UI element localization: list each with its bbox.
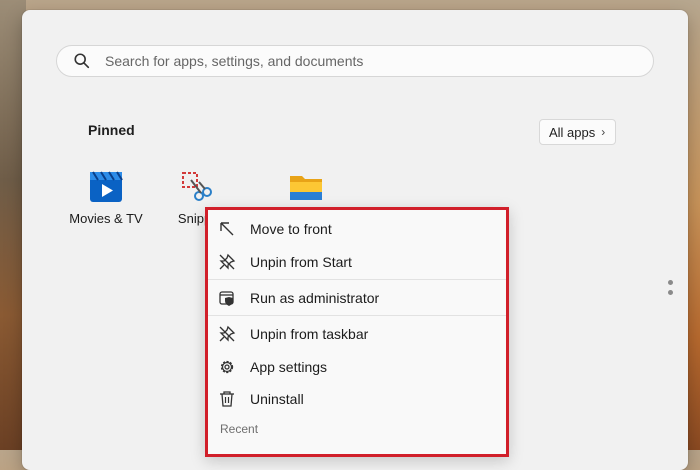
context-menu: Move to front Unpin from Start Run as ad… <box>205 207 509 457</box>
recent-section-label: Recent <box>220 422 259 436</box>
menu-item-uninstall[interactable]: Uninstall <box>218 385 498 413</box>
search-input[interactable] <box>103 52 627 70</box>
gear-icon <box>218 358 236 376</box>
shield-window-icon <box>218 289 236 307</box>
page-dot[interactable] <box>668 290 673 295</box>
menu-item-label: Unpin from Start <box>250 254 352 270</box>
all-apps-label: All apps <box>549 124 596 140</box>
menu-item-label: Run as administrator <box>250 290 380 306</box>
menu-item-unpin-from-taskbar[interactable]: Unpin from taskbar <box>218 320 498 348</box>
menu-item-label: Uninstall <box>250 391 304 407</box>
menu-separator <box>208 279 506 280</box>
page-dot[interactable] <box>668 280 673 285</box>
search-icon <box>74 53 90 69</box>
search-box[interactable] <box>56 45 654 77</box>
movies-tv-icon <box>90 171 123 202</box>
menu-separator <box>208 315 506 316</box>
menu-item-label: Unpin from taskbar <box>250 326 369 342</box>
pinned-app-movies-tv[interactable]: Movies & TV <box>68 170 144 226</box>
unpin-icon <box>218 325 236 343</box>
pinned-app-file-explorer[interactable] <box>278 170 334 211</box>
menu-item-move-to-front[interactable]: Move to front <box>218 215 498 243</box>
all-apps-button[interactable]: All apps › <box>539 119 617 145</box>
pinned-heading: Pinned <box>88 122 135 138</box>
menu-item-label: App settings <box>250 359 328 375</box>
chevron-right-icon: › <box>601 125 606 139</box>
menu-item-label: Move to front <box>250 221 332 237</box>
snipping-tool-icon <box>182 172 212 201</box>
menu-item-unpin-from-start[interactable]: Unpin from Start <box>218 248 498 276</box>
page-dots[interactable] <box>668 280 674 300</box>
menu-item-app-settings[interactable]: App settings <box>218 353 498 381</box>
menu-item-run-as-administrator[interactable]: Run as administrator <box>218 284 498 312</box>
unpin-icon <box>218 253 236 271</box>
arrow-up-left-icon <box>218 220 236 238</box>
trash-icon <box>218 390 236 408</box>
app-label: Movies & TV <box>69 211 143 226</box>
file-explorer-icon <box>290 176 322 200</box>
